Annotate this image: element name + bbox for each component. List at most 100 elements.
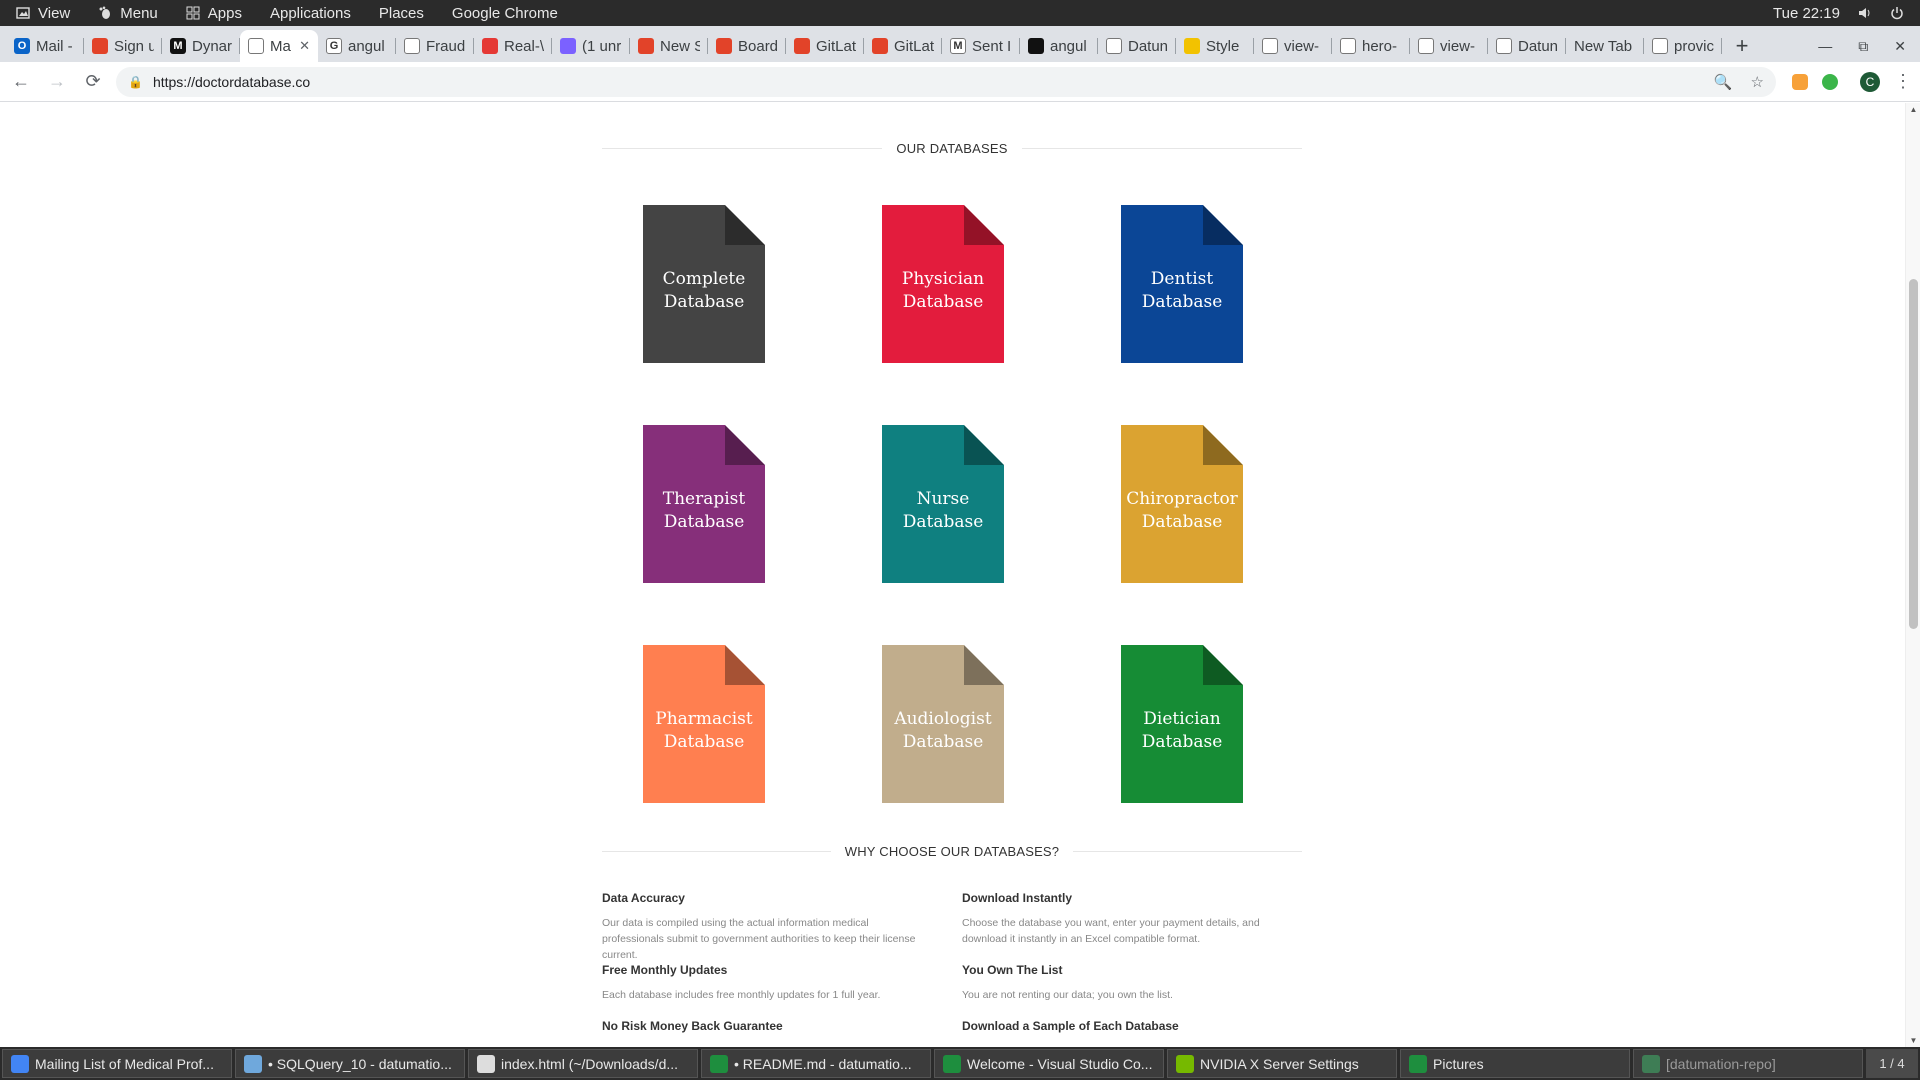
taskbar-window-button[interactable]: Mailing List of Medical Prof... <box>2 1049 232 1078</box>
browser-tab[interactable]: O Mail - <box>6 30 84 62</box>
database-card[interactable]: Dentist Database <box>1121 205 1243 363</box>
page-scrollbar[interactable]: ▲ ▼ <box>1905 103 1920 1047</box>
app-grid-icon <box>186 6 200 20</box>
taskbar-window-button[interactable]: • README.md - datumatio... <box>701 1049 931 1078</box>
feature-block: You Own The List You are not renting our … <box>962 963 1282 1003</box>
address-bar[interactable]: 🔒 https://doctordatabase.co 🔍 ☆ <box>116 66 1776 97</box>
database-card[interactable]: Therapist Database <box>643 425 765 583</box>
tab-label: Fraud <box>426 37 466 55</box>
database-card[interactable]: Dietician Database <box>1121 645 1243 803</box>
restore-icon[interactable]: ⧉ <box>1858 38 1868 55</box>
database-name: Dietician <box>1143 709 1221 729</box>
clock[interactable]: Tue 22:19 <box>1773 5 1840 22</box>
tab-favicon-icon: M <box>950 38 966 54</box>
browser-tab[interactable]: M Sent I <box>942 30 1020 62</box>
tab-favicon-icon <box>404 38 420 54</box>
app-icon <box>943 1054 961 1073</box>
new-tab-button[interactable]: + <box>1722 30 1762 62</box>
scroll-up-icon[interactable]: ▲ <box>1909 105 1918 114</box>
bookmark-star-icon[interactable]: ☆ <box>1751 73 1764 91</box>
tab-label: (1 unr <box>582 37 622 55</box>
database-card[interactable]: Audiologist Database <box>882 645 1004 803</box>
browser-tab[interactable]: angul <box>1020 30 1098 62</box>
taskbar-window-button[interactable]: • SQLQuery_10 - datumatio... <box>235 1049 465 1078</box>
tab-favicon-icon <box>1028 38 1044 54</box>
browser-tab[interactable]: GitLat <box>864 30 942 62</box>
browser-tab[interactable]: provic <box>1644 30 1722 62</box>
database-card[interactable]: Physician Database <box>882 205 1004 363</box>
database-word: Database <box>663 732 745 752</box>
taskbar-window-button[interactable]: Welcome - Visual Studio Co... <box>934 1049 1164 1078</box>
system-top-panel: View Menu Apps Applications Places Googl… <box>0 0 1920 26</box>
taskbar-window-button[interactable]: index.html (~/Downloads/d... <box>468 1049 698 1078</box>
tab-label: GitLat <box>894 37 934 55</box>
browser-tab[interactable]: Ma ✕ <box>240 30 318 62</box>
chrome-menu-icon[interactable]: ⋮ <box>1894 71 1912 92</box>
tab-favicon-icon: M <box>170 38 186 54</box>
feature-title: You Own The List <box>962 963 1063 977</box>
tab-label: Sent I <box>972 37 1012 55</box>
back-button[interactable]: ← <box>6 67 36 97</box>
apps-menu[interactable]: Apps <box>172 0 256 26</box>
database-name: Complete <box>662 269 746 289</box>
volume-icon[interactable] <box>1858 6 1872 20</box>
power-icon[interactable] <box>1890 6 1904 20</box>
tab-favicon-icon <box>1418 38 1434 54</box>
tab-label: Real-\ <box>504 37 544 55</box>
browser-tab[interactable]: Sign u <box>84 30 162 62</box>
extension-green-icon[interactable] <box>1822 73 1838 90</box>
close-window-icon[interactable]: ✕ <box>1894 38 1906 55</box>
tab-close-icon[interactable]: ✕ <box>299 38 310 54</box>
reload-button[interactable]: ⟳ <box>78 67 108 97</box>
main-menu[interactable]: Menu <box>84 0 172 26</box>
browser-tab[interactable]: Gangul <box>318 30 396 62</box>
browser-tab[interactable]: Fraud <box>396 30 474 62</box>
database-name: Pharmacist <box>655 709 753 729</box>
browser-tab[interactable]: M Dynar <box>162 30 240 62</box>
tab-favicon-icon <box>1340 38 1356 54</box>
profile-avatar[interactable]: C <box>1860 71 1880 92</box>
browser-tab[interactable]: Datun <box>1488 30 1566 62</box>
browser-tab[interactable]: Real-\ <box>474 30 552 62</box>
database-card[interactable]: Nurse Database <box>882 425 1004 583</box>
browser-tab[interactable]: hero- <box>1332 30 1410 62</box>
browser-tab[interactable]: Board <box>708 30 786 62</box>
applications-menu[interactable]: Applications <box>256 0 365 26</box>
taskbar-window-button[interactable]: Pictures <box>1400 1049 1630 1078</box>
browser-tab-strip: O Mail - Sign u M Dynar Ma ✕ Gangul Fraud Real-\ (… <box>0 26 1920 62</box>
taskbar-window-label: Mailing List of Medical Prof... <box>35 1055 214 1072</box>
browser-tab[interactable]: GitLat <box>786 30 864 62</box>
taskbar-window-button[interactable]: [datumation-repo] <box>1633 1049 1863 1078</box>
workspace-pager[interactable]: 1 / 4 <box>1866 1049 1918 1078</box>
browser-tab[interactable]: New S <box>630 30 708 62</box>
extension-orange-icon[interactable] <box>1792 73 1808 90</box>
divider <box>602 148 883 149</box>
database-card[interactable]: Complete Database <box>643 205 765 363</box>
zoom-icon[interactable]: 🔍 <box>1714 73 1733 91</box>
forward-button[interactable]: → <box>42 67 72 97</box>
places-menu[interactable]: Places <box>365 0 438 26</box>
browser-tab[interactable]: view- <box>1254 30 1332 62</box>
database-card[interactable]: Pharmacist Database <box>643 645 765 803</box>
database-word: Database <box>902 732 984 752</box>
lock-icon[interactable]: 🔒 <box>128 75 143 89</box>
browser-tab[interactable]: Style <box>1176 30 1254 62</box>
browser-tab[interactable]: (1 unr <box>552 30 630 62</box>
view-menu[interactable]: View <box>0 0 84 26</box>
minimize-icon[interactable]: — <box>1818 38 1832 54</box>
tab-label: Style <box>1206 37 1240 55</box>
taskbar-window-button[interactable]: NVIDIA X Server Settings <box>1167 1049 1397 1078</box>
scrollbar-thumb[interactable] <box>1909 279 1918 629</box>
feature-description: Our data is compiled using the actual in… <box>602 917 916 961</box>
tab-label: Datun <box>1128 37 1168 55</box>
active-app-menu[interactable]: Google Chrome <box>438 0 572 26</box>
feature-title: Free Monthly Updates <box>602 963 728 977</box>
tab-label: view- <box>1440 37 1476 55</box>
database-card[interactable]: Chiropractor Database <box>1121 425 1243 583</box>
browser-tab[interactable]: Datun <box>1098 30 1176 62</box>
tab-label: hero- <box>1362 37 1398 55</box>
browser-tab[interactable]: view- <box>1410 30 1488 62</box>
tab-favicon-icon <box>248 38 264 54</box>
browser-tab[interactable]: New Tab <box>1566 30 1644 62</box>
scroll-down-icon[interactable]: ▼ <box>1909 1036 1918 1045</box>
